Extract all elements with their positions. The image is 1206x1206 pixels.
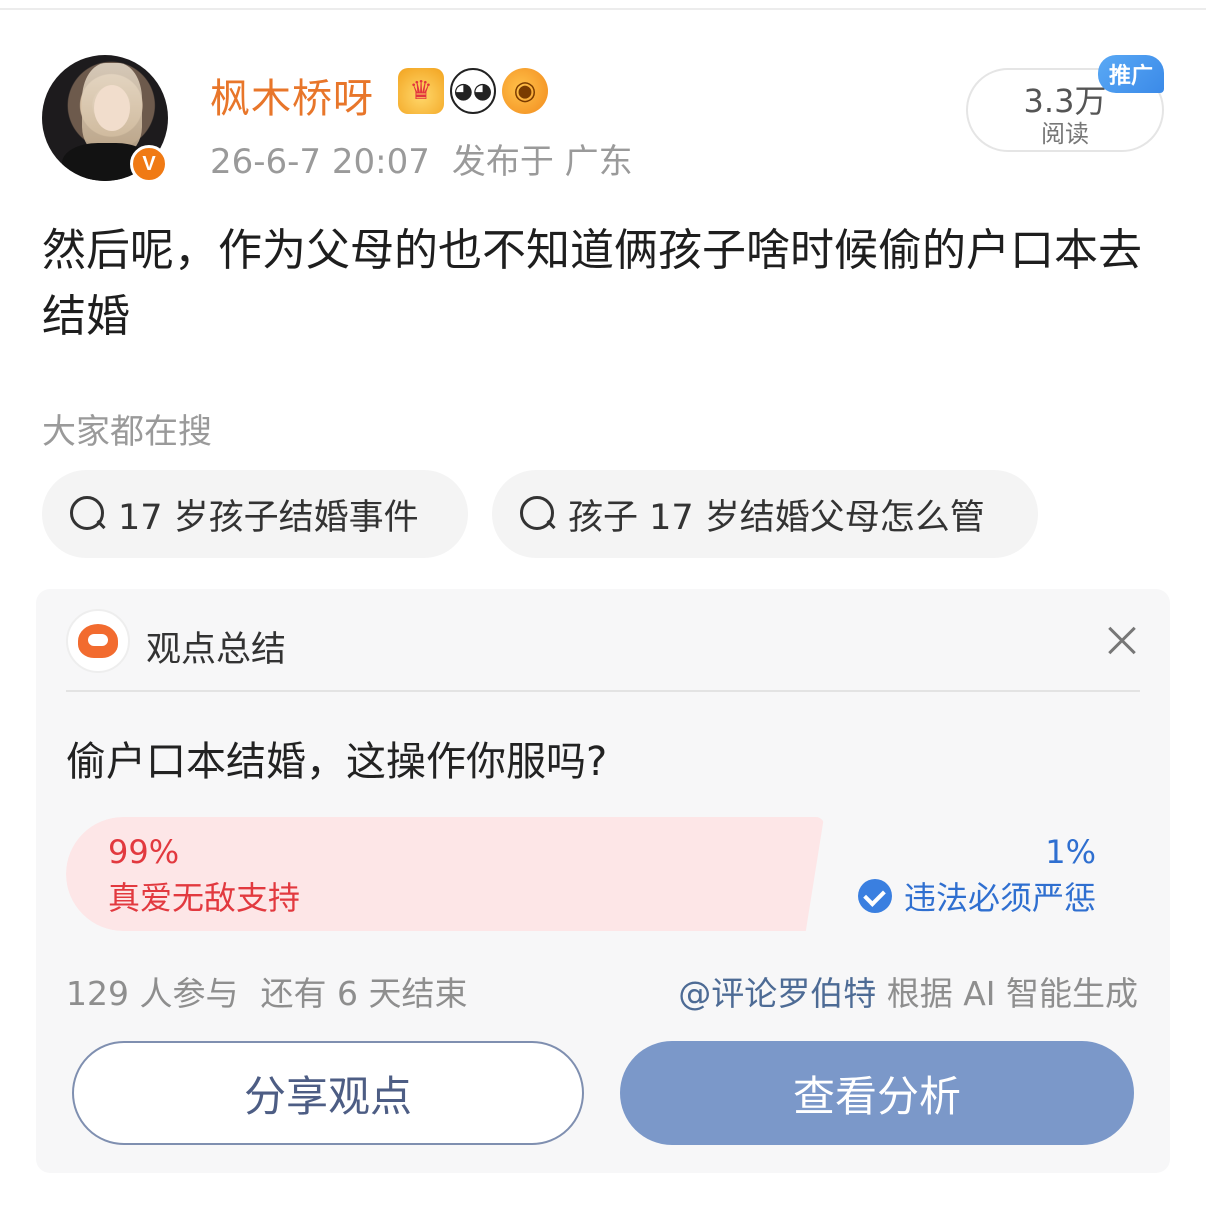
search-icon [68,494,108,534]
badge-row: ♛ ◕◕ ◉ [398,68,548,114]
poll-question: 偷户口本结婚，这操作你服吗? [66,739,608,785]
view-analysis-button[interactable]: 查看分析 [620,1041,1134,1145]
read-label: 阅读 [1041,120,1089,148]
top-divider [0,8,1206,10]
option-label: 真爱无敌支持 [108,879,301,917]
pufferfish-icon[interactable]: ◉ [502,68,548,114]
post-meta: 26-6-7 20:07 发布于 广东 [210,134,633,183]
check-icon [857,879,892,913]
username[interactable]: 枫木桥呀 [210,66,374,124]
post-location: 发布于 广东 [451,142,633,182]
ai-credit: @评论罗伯特 根据 AI 智能生成 [678,967,1138,1015]
credit-note: 根据 AI 智能生成 [886,974,1138,1013]
search-chip[interactable]: 17 岁孩子结婚事件 [42,470,468,558]
search-chip[interactable]: 孩子 17 岁结婚父母怎么管 [492,470,1038,558]
promo-badge: 推广 [1098,55,1164,93]
opinion-summary-card: 观点总结 偷户口本结婚，这操作你服吗? 99% 真爱无敌支持 1% 违法必须严惩… [36,589,1170,1173]
post-text: 然后呢，作为父母的也不知道俩孩子啥时候偷的户口本去结婚 [42,225,1142,342]
robot-avatar-icon [66,609,130,673]
close-icon[interactable] [1102,621,1142,661]
poll-bar: 99% 真爱无敌支持 1% 违法必须严惩 [66,817,1140,931]
crown-icon[interactable]: ♛ [398,68,444,114]
search-chip-label: 孩子 17 岁结婚父母怎么管 [568,497,985,538]
option-label: 违法必须严惩 [903,879,1096,917]
poll-stats: 129 人参与 还有 6 天结束 [66,967,467,1015]
time-remaining: 还有 6 天结束 [260,974,468,1013]
search-section-title: 大家都在搜 [42,412,212,452]
poll-option-support[interactable]: 99% 真爱无敌支持 [66,817,816,931]
participant-count: 129 人参与 [66,974,239,1013]
card-divider [66,690,1140,692]
search-icon [518,494,558,534]
post-timestamp: 26-6-7 20:07 [210,142,430,182]
option-percent: 1% [1045,833,1096,871]
option-percent: 99% [108,833,180,871]
share-opinion-button[interactable]: 分享观点 [72,1041,584,1145]
card-title: 观点总结 [146,630,287,670]
panda-icon[interactable]: ◕◕ [450,68,496,114]
poll-option-oppose[interactable]: 1% 违法必须严惩 [822,817,1140,931]
credit-account-link[interactable]: @评论罗伯特 [678,974,876,1013]
verified-icon: V [130,145,168,183]
search-chip-label: 17 岁孩子结婚事件 [118,497,419,538]
